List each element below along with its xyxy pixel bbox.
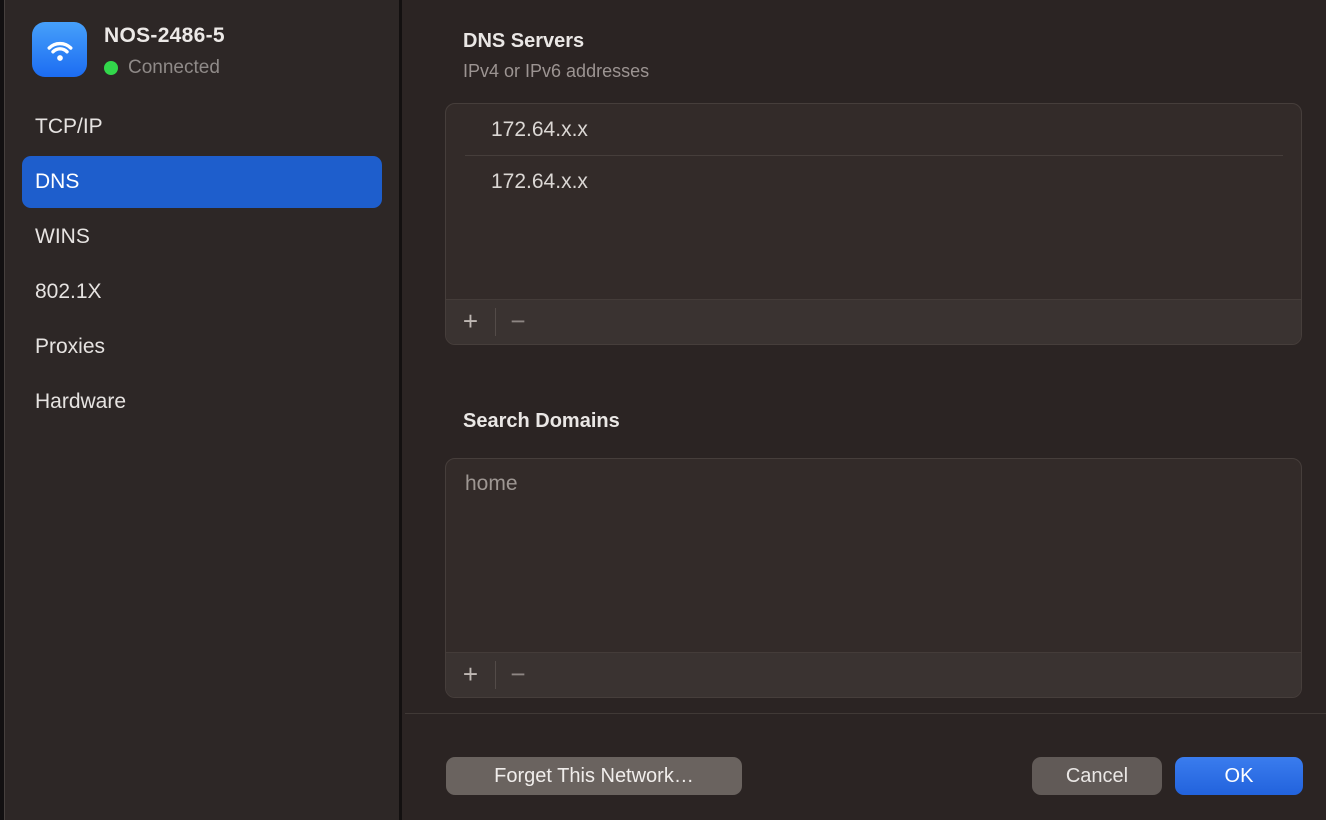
network-details-sidebar: NOS-2486-5 Connected TCP/IP DNS WINS 802… [0,0,402,820]
network-settings-nav: TCP/IP DNS WINS 802.1X Proxies Hardware [22,101,382,431]
sidebar-item-tcpip[interactable]: TCP/IP [22,101,382,153]
remove-search-domain-button[interactable]: − [496,653,540,697]
search-domains-listbox: home + − [445,458,1302,698]
search-domain-entry[interactable]: home [446,459,1301,509]
sidebar-item-hardware[interactable]: Hardware [22,376,382,428]
dns-servers-rows: 172.64.x.x 172.64.x.x [446,104,1301,299]
dns-servers-footer: + − [446,299,1301,344]
sidebar-item-wins[interactable]: WINS [22,211,382,263]
dns-server-entry[interactable]: 172.64.x.x [446,156,1301,207]
sidebar-item-proxies[interactable]: Proxies [22,321,382,373]
search-domains-rows: home [446,459,1301,652]
network-name: NOS-2486-5 [104,24,225,48]
ok-button[interactable]: OK [1175,757,1303,795]
search-domains-footer: + − [446,652,1301,697]
network-status: Connected [104,57,225,79]
add-search-domain-button[interactable]: + [446,653,495,697]
connected-status-label: Connected [128,57,220,79]
sidebar-item-8021x[interactable]: 802.1X [22,266,382,318]
window-edge-strip [0,0,5,820]
forget-network-button[interactable]: Forget This Network… [446,757,742,795]
dns-settings-pane: DNS Servers IPv4 or IPv6 addresses 172.6… [405,0,1326,820]
add-dns-server-button[interactable]: + [446,300,495,344]
cancel-button[interactable]: Cancel [1032,757,1162,795]
sidebar-item-dns[interactable]: DNS [22,156,382,208]
wifi-icon [32,22,87,77]
search-domains-title: Search Domains [463,410,620,433]
dns-server-entry[interactable]: 172.64.x.x [446,104,1301,155]
network-header: NOS-2486-5 Connected [32,22,225,79]
dns-servers-subtitle: IPv4 or IPv6 addresses [463,61,649,82]
dns-servers-title: DNS Servers [463,30,584,53]
dns-servers-listbox: 172.64.x.x 172.64.x.x + − [445,103,1302,345]
footer-separator [405,713,1326,714]
remove-dns-server-button[interactable]: − [496,300,540,344]
connected-status-dot-icon [104,61,118,75]
